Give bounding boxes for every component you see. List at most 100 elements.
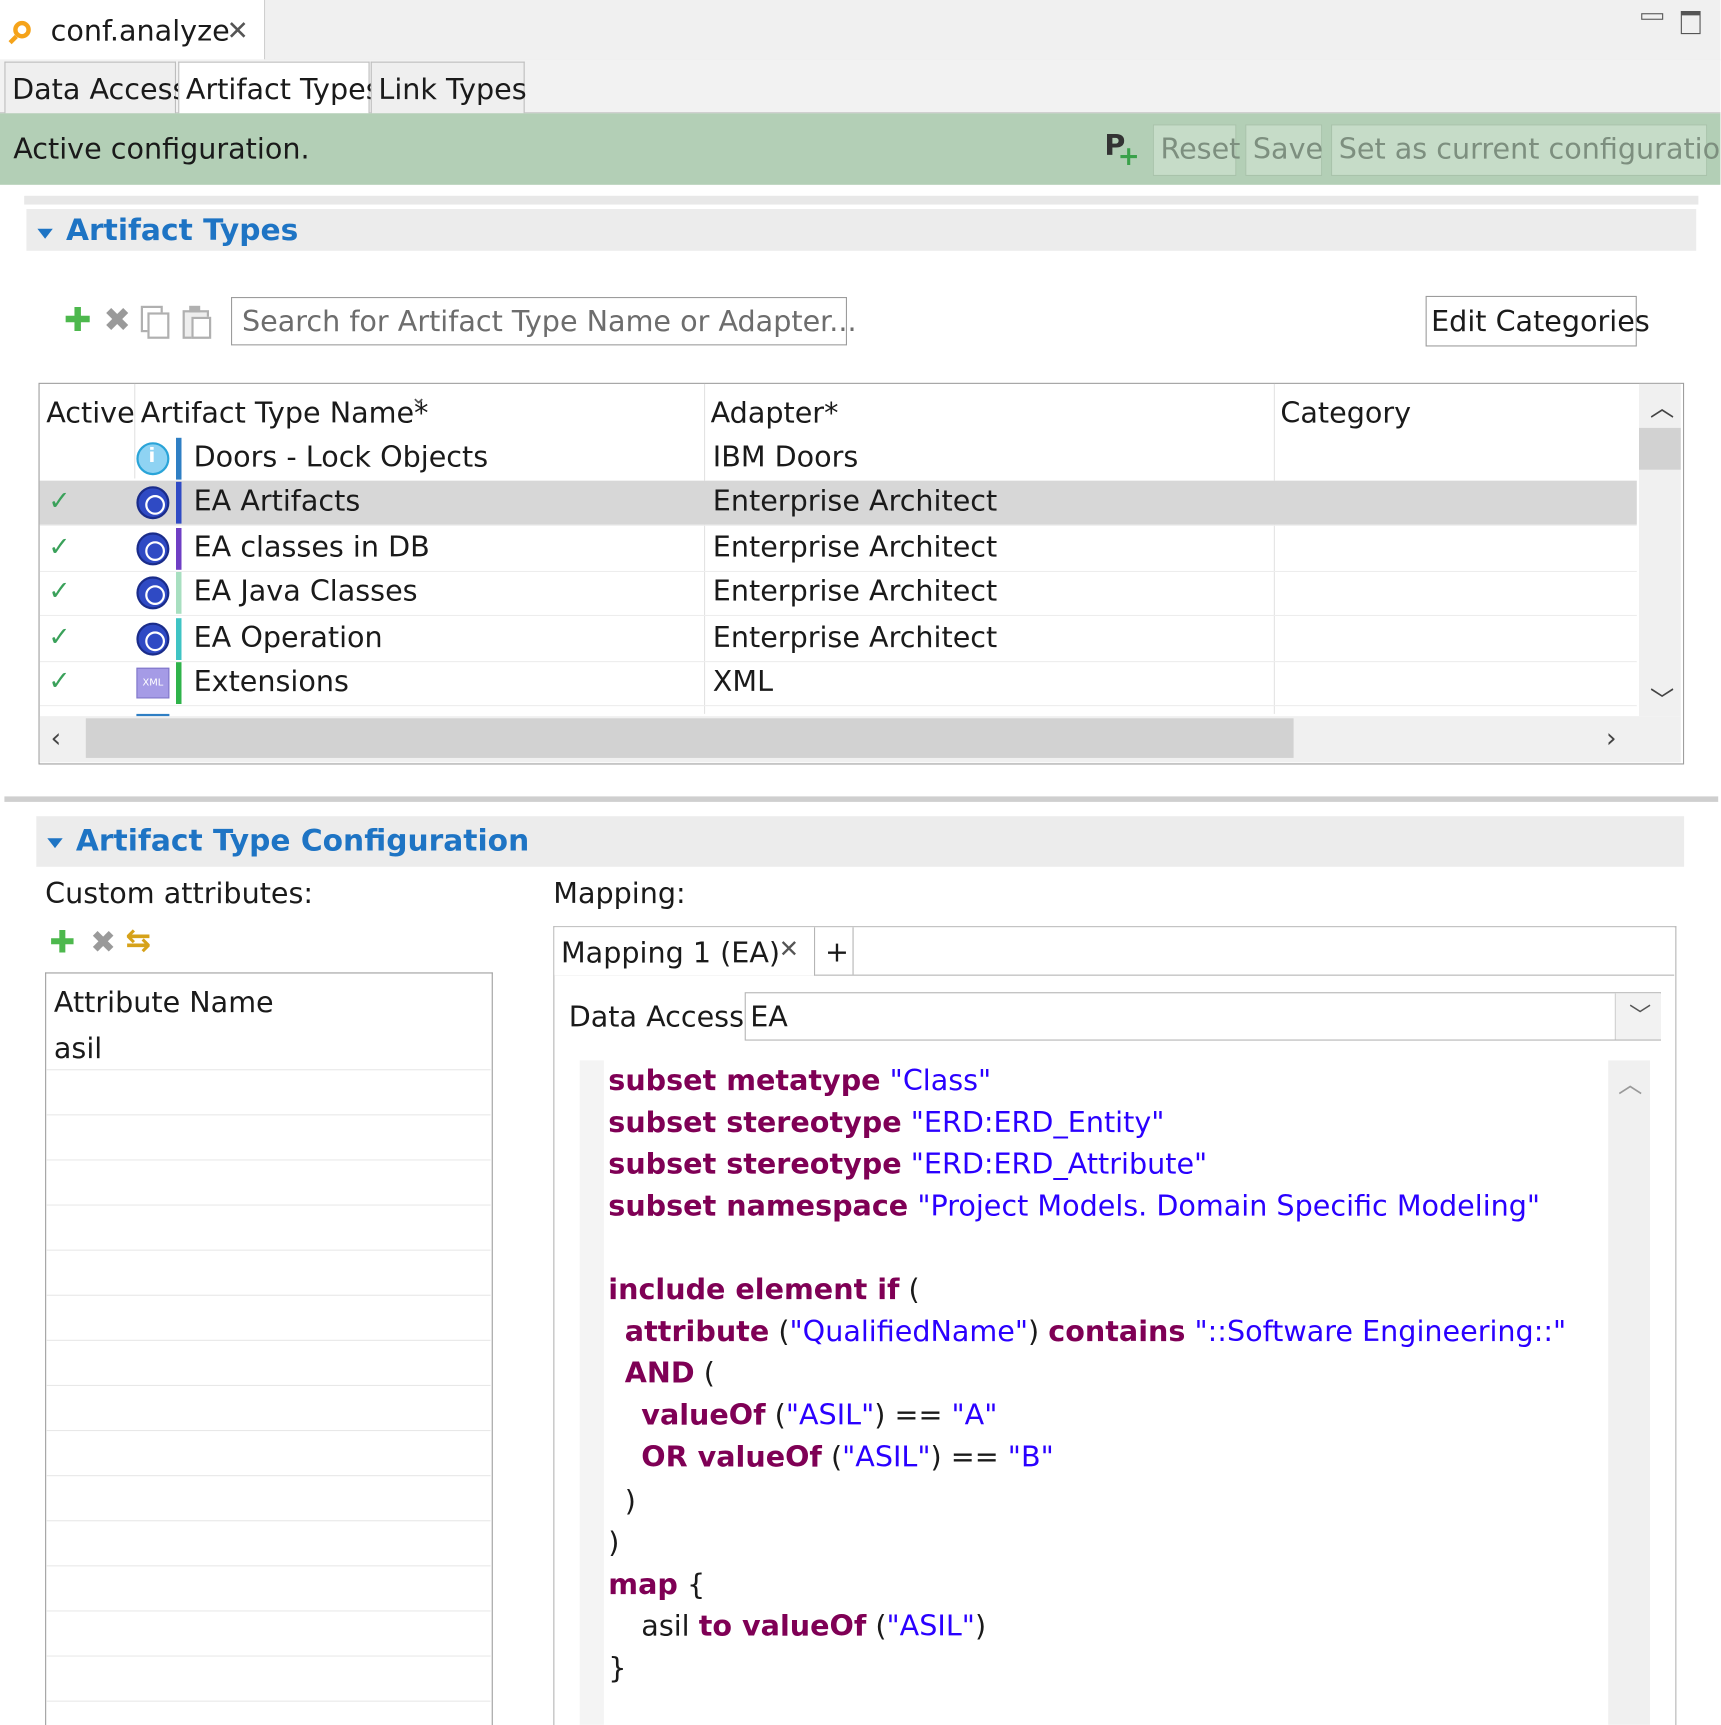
- code-line: include element if (: [608, 1273, 920, 1307]
- code-line: map {: [608, 1568, 706, 1602]
- color-indicator: [176, 437, 182, 480]
- tab-artifact-types[interactable]: Artifact Types: [178, 61, 381, 114]
- paste-icon[interactable]: [182, 305, 212, 339]
- column-header-name[interactable]: Artifact Type Name*: [141, 397, 429, 430]
- mapping-label: Mapping:: [553, 877, 686, 911]
- analyze-icon-handle: [8, 34, 18, 45]
- scroll-down-icon[interactable]: ﹀: [1650, 681, 1674, 716]
- vertical-scroll-thumb[interactable]: [1639, 427, 1681, 470]
- delete-icon[interactable]: ✖: [103, 301, 131, 340]
- tab-label: Link Types: [378, 73, 527, 107]
- status-message: Active configuration.: [13, 133, 310, 167]
- color-indicator: [176, 662, 182, 704]
- code-line: valueOf ("ASIL") == "A": [641, 1399, 998, 1433]
- custom-attributes-label: Custom attributes:: [45, 877, 314, 911]
- save-label: Save: [1252, 133, 1324, 167]
- horizontal-scroll-thumb[interactable]: [85, 718, 1294, 758]
- set-current-configuration-button[interactable]: Set as current configuration: [1331, 124, 1721, 176]
- horizontal-scrollbar[interactable]: ‹ ›: [39, 716, 1681, 763]
- active-check-icon[interactable]: ✓: [48, 531, 70, 562]
- custom-attributes-table: Attribute Name asil: [45, 972, 493, 1725]
- data-access-select[interactable]: EA ﹀: [744, 992, 1661, 1041]
- xml-icon: XML: [136, 667, 170, 699]
- artifact-type-name: Extensions: [193, 665, 349, 699]
- list-item[interactable]: asil: [46, 1029, 490, 1073]
- section-title: Artifact Type Configuration: [75, 823, 530, 858]
- artifact-types-section-header[interactable]: Artifact Types: [26, 209, 1697, 251]
- color-indicator: [176, 528, 182, 570]
- search-placeholder: Search for Artifact Type Name or Adapter…: [242, 305, 857, 339]
- column-header-active[interactable]: Active: [46, 397, 134, 430]
- tab-link-types[interactable]: Link Types: [370, 61, 527, 114]
- artifact-type-configuration-header[interactable]: Artifact Type Configuration: [36, 816, 1685, 867]
- artifact-type-name: EA Artifacts: [193, 485, 361, 519]
- code-line: AND (: [624, 1357, 715, 1391]
- table-row[interactable]: ✓ XML Extensions XML: [40, 661, 1637, 705]
- code-line: asil to valueOf ("ASIL"): [641, 1610, 987, 1644]
- edit-categories-button[interactable]: Edit Categories: [1425, 295, 1650, 347]
- mapping-tab-label: Mapping 1 (EA): [561, 937, 781, 971]
- collapse-triangle-icon[interactable]: [37, 228, 53, 239]
- artifact-type-adapter: Enterprise Architect: [712, 485, 998, 519]
- code-vertical-scrollbar[interactable]: ︿: [1608, 1060, 1650, 1725]
- artifact-type-adapter: Enterprise Architect: [712, 575, 998, 609]
- table-row[interactable]: ✓ EA classes in DB Enterprise Architect: [40, 527, 1637, 571]
- active-check-icon[interactable]: ✓: [48, 622, 70, 653]
- close-icon[interactable]: ✕: [227, 15, 249, 46]
- save-button[interactable]: Save: [1245, 124, 1324, 176]
- add-configuration-icon[interactable]: P +: [1104, 130, 1139, 172]
- data-access-value: EA: [750, 1001, 788, 1034]
- scroll-up-icon[interactable]: ︿: [1650, 388, 1674, 423]
- dropdown-button[interactable]: ﹀: [1614, 993, 1661, 1040]
- attribute-name-header[interactable]: Attribute Name: [54, 987, 274, 1020]
- scroll-up-icon[interactable]: ︿: [1618, 1065, 1642, 1100]
- vertical-scrollbar[interactable]: ︿ ﹀: [1639, 383, 1681, 717]
- add-attribute-icon[interactable]: ✚: [50, 924, 76, 960]
- add-mapping-tab-button[interactable]: +: [815, 927, 854, 975]
- collapse-triangle-icon[interactable]: [47, 838, 63, 849]
- code-line: subset stereotype "ERD:ERD_Attribute": [608, 1148, 1208, 1182]
- scroll-right-icon[interactable]: ›: [1606, 723, 1617, 754]
- maximize-icon[interactable]: [1680, 11, 1705, 35]
- add-icon[interactable]: ✚: [64, 301, 92, 340]
- ea-icon: [136, 486, 170, 520]
- code-line: attribute ("QualifiedName") contains "::…: [624, 1315, 1567, 1349]
- set-current-label: Set as current configuration: [1338, 133, 1721, 167]
- doors-icon: i: [136, 442, 170, 476]
- editor-tab[interactable]: conf.analyze ✕: [0, 0, 266, 60]
- table-row[interactable]: ✓ EA Java Classes Enterprise Architect: [40, 571, 1637, 615]
- code-line: subset stereotype "ERD:ERD_Entity": [608, 1106, 1165, 1140]
- artifact-type-name: EA Operation: [193, 621, 383, 655]
- color-indicator: [176, 481, 182, 524]
- section-title: Artifact Types: [66, 213, 299, 248]
- swap-arrows-icon[interactable]: ⇆: [125, 922, 151, 958]
- table-row[interactable]: ✓ EA Operation Enterprise Architect: [40, 617, 1637, 661]
- sort-chevron-down-icon[interactable]: ⌄: [410, 386, 427, 409]
- close-icon[interactable]: ✕: [779, 936, 799, 964]
- artifact-types-table: Active Artifact Type Name* ⌄ Adapter* Ca…: [38, 382, 1685, 765]
- reset-button[interactable]: Reset: [1152, 124, 1240, 176]
- active-check-icon[interactable]: ✓: [48, 485, 70, 516]
- active-check-icon[interactable]: ✓: [48, 666, 70, 697]
- sash-divider[interactable]: [4, 796, 1719, 802]
- active-check-icon[interactable]: ✓: [48, 575, 70, 606]
- delete-attribute-icon[interactable]: ✖: [90, 924, 116, 960]
- artifact-type-name: Doors - Lock Objects: [193, 441, 489, 475]
- copy-icon[interactable]: [140, 305, 170, 339]
- artifact-type-search-input[interactable]: Search for Artifact Type Name or Adapter…: [231, 297, 857, 346]
- mapping-tab[interactable]: Mapping 1 (EA) ✕: [554, 927, 816, 976]
- minimize-icon[interactable]: [1641, 11, 1665, 35]
- table-row[interactable]: i Doors - Lock Objects IBM Doors: [40, 437, 1637, 481]
- ea-icon: [136, 576, 170, 610]
- tab-data-access[interactable]: Data Access: [4, 61, 187, 114]
- table-row[interactable]: ✓ EA Artifacts Enterprise Architect: [39, 480, 1637, 525]
- tab-label: Artifact Types: [185, 73, 381, 107]
- ea-icon: [136, 532, 170, 566]
- code-line: ): [608, 1526, 620, 1560]
- column-header-adapter[interactable]: Adapter*: [711, 397, 839, 430]
- ea-icon: [136, 622, 170, 656]
- artifact-type-adapter: XML: [712, 665, 774, 699]
- code-line: ): [624, 1485, 636, 1518]
- column-header-category[interactable]: Category: [1280, 397, 1411, 430]
- scroll-left-icon[interactable]: ‹: [51, 723, 62, 754]
